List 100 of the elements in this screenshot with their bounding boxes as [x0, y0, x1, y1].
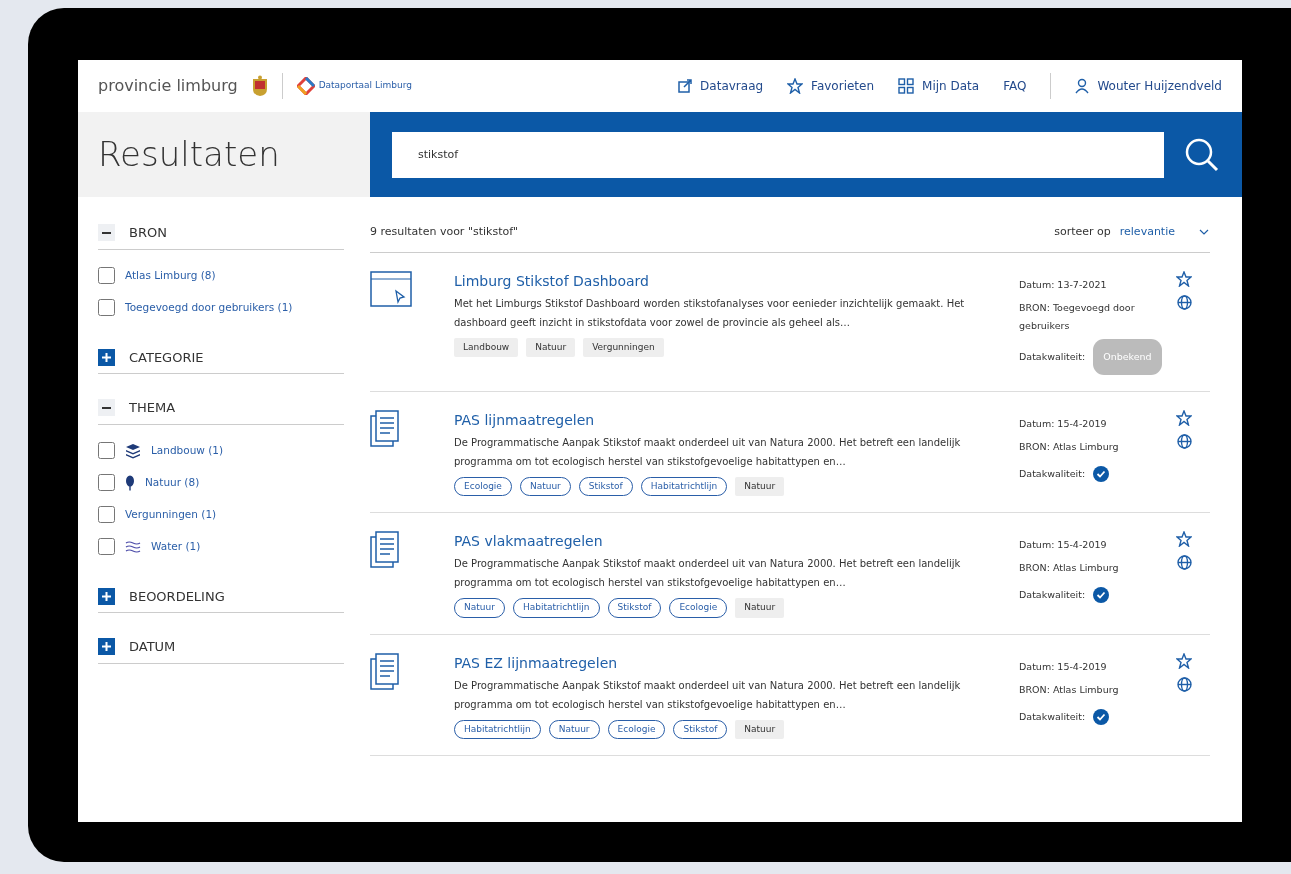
filter-option: Toegevoegd door gebruikers (1)	[125, 299, 293, 316]
globe-icon	[1176, 676, 1192, 692]
external-link-icon	[678, 79, 693, 93]
tag-pill: Habitatrichtlijn	[454, 719, 541, 739]
nav-link[interactable]: Mijn Data	[898, 77, 980, 95]
sort-dropdown[interactable]: relevantie	[1118, 223, 1210, 242]
diamond-logo-icon	[296, 77, 315, 95]
tag-pill: Natuur	[548, 719, 600, 739]
sort-label: sorteer op	[1054, 224, 1111, 240]
chevron-down-icon	[1199, 229, 1209, 236]
nav-link[interactable]: FAQ	[1003, 77, 1027, 95]
tree-icon	[125, 474, 135, 491]
filter-option: Vergunningen (1)	[125, 506, 217, 523]
tag-label: Vergunningen	[583, 337, 664, 357]
result-description: Met het Limburgs Stikstof Dashboard worden stikstofanalyses voor eenieder inzichtelijk gemaakt. Het dashboard geeft inzicht in stikstofdata voor zowel de provincie als geheel als…	[454, 296, 966, 330]
result-source: BRON: Atlas Limburg	[1019, 439, 1120, 454]
checkbox[interactable]	[98, 474, 115, 491]
checkbox[interactable]	[98, 299, 115, 316]
checkbox[interactable]	[98, 538, 115, 555]
result-source: BRON: Atlas Limburg	[1019, 561, 1120, 575]
filter-option: Atlas Limburg (8)	[125, 267, 216, 284]
result-date: Datum: 15-4-2019	[1019, 416, 1108, 431]
star-icon	[1176, 270, 1192, 287]
result-title-link[interactable]: PAS EZ lijnmaatregelen	[454, 654, 618, 671]
globe-button[interactable]	[1176, 294, 1192, 310]
quality-badge: Onbekend	[1093, 338, 1162, 375]
tag-label: Natuur	[526, 337, 576, 357]
grid-icon	[898, 78, 915, 94]
user-menu-link[interactable]: Wouter Huijzendveld	[1075, 77, 1222, 95]
plus-icon	[102, 591, 111, 601]
tag-label: Natuur	[735, 719, 785, 739]
quality-label: Datakwaliteit:	[1019, 466, 1086, 481]
favorite-button[interactable]	[1176, 270, 1192, 287]
tag-pill: Stikstof	[578, 476, 633, 496]
tag-pill: Natuur	[454, 598, 505, 618]
tag-label: Landbouw	[454, 337, 519, 357]
filter-option: Natuur (8)	[145, 474, 200, 491]
result-date: Datum: 15-4-2019	[1019, 538, 1108, 552]
tag-pill: Ecologie	[607, 719, 666, 739]
tag-pill: Natuur	[519, 476, 571, 496]
globe-button[interactable]	[1176, 433, 1192, 449]
filter-heading: BRON	[129, 224, 167, 242]
document-icon	[370, 531, 400, 569]
tag-pill: Habitatrichtlijn	[640, 476, 728, 496]
result-title-link[interactable]: PAS lijnmaatregelen	[454, 411, 595, 428]
toggle-button[interactable]	[98, 587, 115, 605]
checkbox[interactable]	[98, 442, 115, 459]
globe-button[interactable]	[1176, 555, 1192, 570]
tag-pill: Stikstof	[673, 719, 728, 739]
favorite-button[interactable]	[1176, 652, 1192, 669]
coat-of-arms-icon	[251, 75, 268, 97]
document-icon	[370, 409, 400, 448]
result-source: BRON: Toegevoegd door gebruikers	[1019, 300, 1136, 333]
toggle-button[interactable]	[98, 638, 115, 656]
star-icon	[1176, 531, 1192, 547]
toggle-button[interactable]	[98, 348, 115, 366]
favorite-button[interactable]	[1176, 409, 1192, 426]
filter-option: Water (1)	[151, 538, 201, 555]
search-field[interactable]: stikstof	[392, 131, 1164, 178]
globe-icon	[1176, 433, 1192, 449]
nav-link[interactable]: Favorieten	[787, 77, 875, 95]
toggle-button[interactable]	[98, 224, 115, 242]
result-title-link[interactable]: PAS vlakmaatregelen	[454, 533, 603, 549]
portal-name: Dataportaal Limburg	[318, 79, 412, 93]
star-icon	[1176, 652, 1192, 669]
search-icon[interactable]	[1184, 136, 1220, 173]
quality-label: Datakwaliteit:	[1019, 709, 1086, 724]
toggle-button[interactable]	[98, 399, 115, 417]
layers-icon	[125, 442, 141, 459]
page-title: Resultaten	[98, 134, 280, 175]
globe-icon	[1176, 294, 1192, 310]
plus-icon	[102, 352, 111, 362]
globe-icon	[1176, 555, 1192, 570]
filter-heading: DATUM	[129, 638, 176, 656]
tag-label: Natuur	[735, 476, 785, 496]
checkbox[interactable]	[98, 267, 115, 284]
result-date: Datum: 13-7-2021	[1019, 277, 1108, 292]
waves-icon	[125, 540, 141, 553]
result-description: De Programmatische Aanpak Stikstof maakt onderdeel uit van Natura 2000. Het betreft een landelijk programma om tot ecologisch herstel van stikstofgevoelige habitattypen en…	[454, 435, 962, 469]
result-description: De Programmatische Aanpak Stikstof maakt onderdeel uit van Natura 2000. Het betreft een landelijk programma om tot ecologisch herstel van stikstofgevoelige habitattypen en…	[454, 678, 962, 712]
filter-heading: CATEGORIE	[129, 348, 204, 367]
minus-icon	[102, 406, 111, 409]
tag-pill: Ecologie	[669, 598, 728, 618]
minus-icon	[102, 231, 111, 234]
result-date: Datum: 15-4-2019	[1019, 659, 1108, 674]
nav-link[interactable]: Datavraag	[678, 77, 764, 95]
result-title-link[interactable]: Limburg Stikstof Dashboard	[454, 272, 649, 289]
filter-heading: THEMA	[129, 399, 176, 417]
quality-label: Datakwaliteit:	[1019, 349, 1086, 364]
user-icon	[1075, 78, 1090, 94]
tag-pill: Stikstof	[607, 598, 662, 618]
favorite-button[interactable]	[1176, 531, 1192, 547]
globe-button[interactable]	[1176, 676, 1192, 692]
checkbox[interactable]	[98, 506, 115, 523]
filter-heading: BEOORDELING	[129, 587, 225, 606]
tag-label: Natuur	[735, 598, 785, 618]
star-icon	[787, 78, 804, 94]
brand-name: provincie limburg	[98, 75, 238, 97]
browser-window-icon	[370, 270, 412, 307]
plus-icon	[102, 642, 111, 652]
